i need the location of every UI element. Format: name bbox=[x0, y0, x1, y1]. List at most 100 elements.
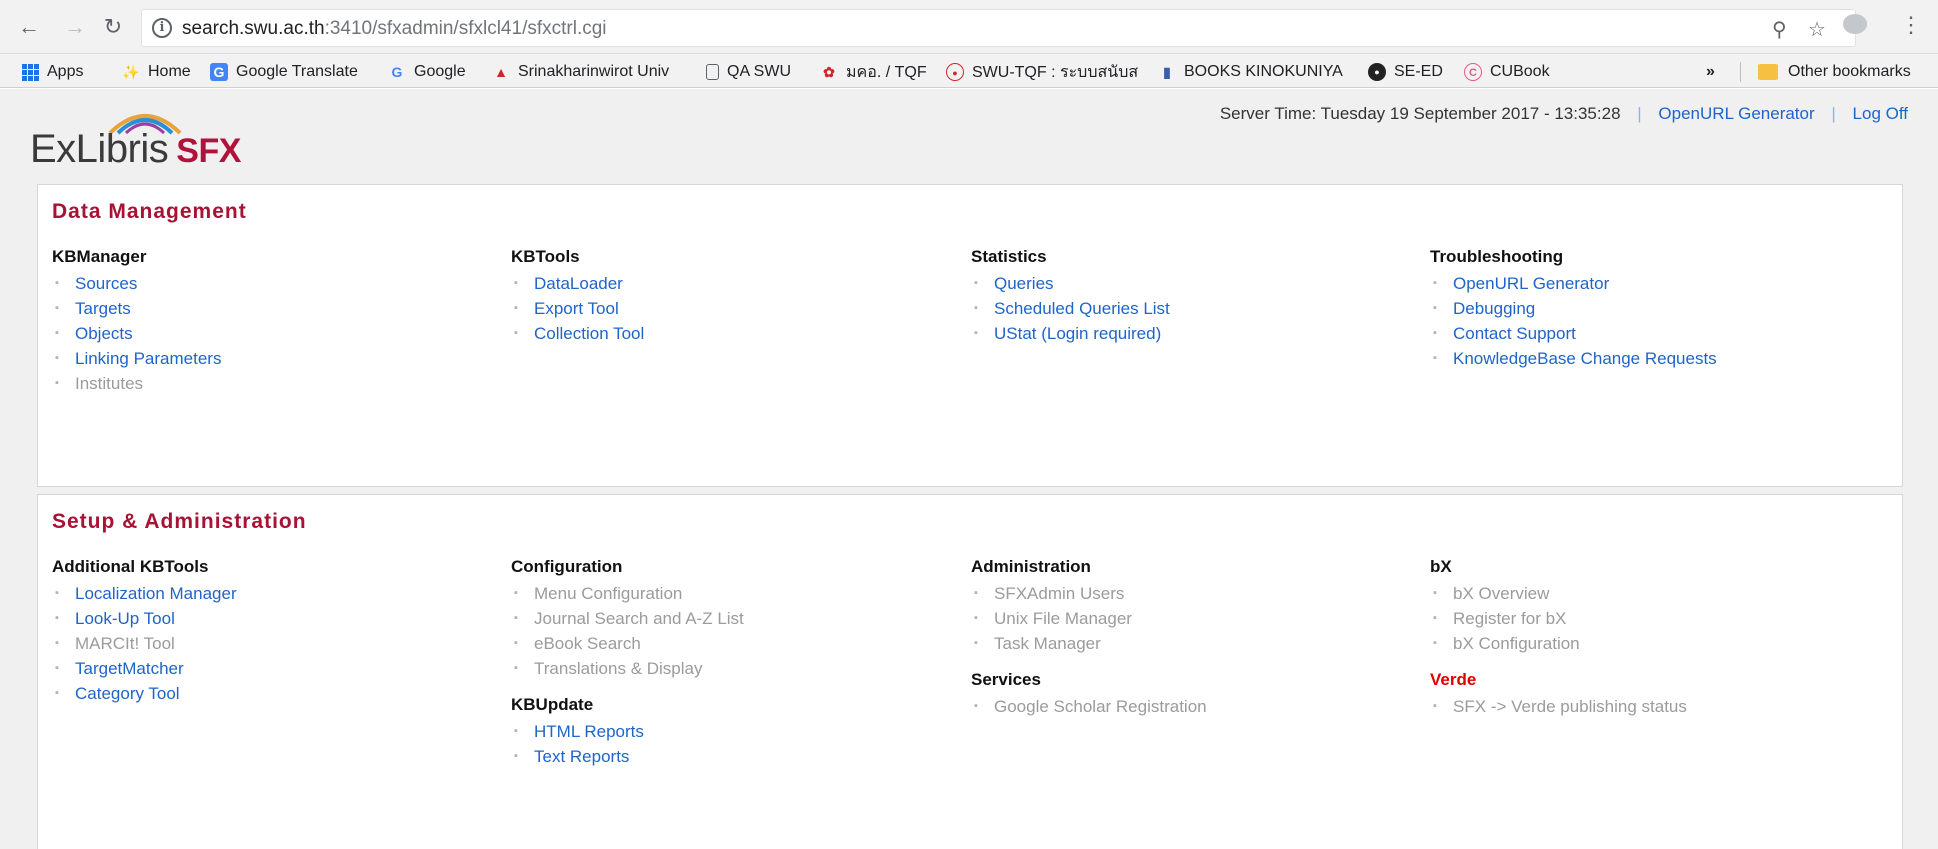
other-bookmarks[interactable]: Other bookmarks bbox=[1758, 61, 1911, 83]
bookmark-label: SWU-TQF : ระบบสนับส bbox=[972, 63, 1139, 81]
openurl-generator-link[interactable]: OpenURL Generator bbox=[1658, 104, 1814, 123]
setup-administration-panel: Setup & Administration Additional KBTool… bbox=[37, 494, 1903, 849]
verde-publishing-status-item: SFX -> Verde publishing status bbox=[1430, 694, 1870, 719]
configuration-column: Configuration Menu Configuration Journal… bbox=[511, 557, 951, 769]
category-tool-link[interactable]: Category Tool bbox=[52, 681, 492, 706]
group-title: Troubleshooting bbox=[1430, 247, 1564, 266]
openurl-generator-item-link[interactable]: OpenURL Generator bbox=[1430, 271, 1870, 296]
scheduled-queries-link[interactable]: Scheduled Queries List bbox=[971, 296, 1411, 321]
bookmarks-bar: Apps ✨ Home G Google Translate G Google … bbox=[0, 54, 1938, 88]
journal-search-item: Journal Search and A-Z List bbox=[511, 606, 951, 631]
bookmark-label: มคอ. / TQF bbox=[846, 63, 927, 81]
administration-column: Administration SFXAdmin Users Unix File … bbox=[971, 557, 1411, 719]
export-tool-link[interactable]: Export Tool bbox=[511, 296, 951, 321]
bookmarks-divider bbox=[1740, 62, 1741, 82]
section-title: Setup & Administration bbox=[52, 510, 307, 533]
institutes-item: Institutes bbox=[52, 371, 492, 396]
register-bx-item: Register for bX bbox=[1430, 606, 1870, 631]
troubleshooting-group: Troubleshooting OpenURL Generator Debugg… bbox=[1430, 247, 1870, 371]
bookmark-label: Home bbox=[148, 63, 191, 80]
debugging-link[interactable]: Debugging bbox=[1430, 296, 1870, 321]
url-text[interactable]: search.swu.ac.th:3410/sfxadmin/sfxlcl41/… bbox=[182, 18, 607, 40]
browser-toolbar: ← → ↻ i search.swu.ac.th:3410/sfxadmin/s… bbox=[0, 0, 1938, 54]
services-group: Services Google Scholar Registration bbox=[971, 670, 1411, 719]
sfx-admin-page: ExLibris SFX Server Time: Tuesday 19 Sept… bbox=[0, 89, 1938, 849]
menu-configuration-item: Menu Configuration bbox=[511, 581, 951, 606]
kbmanager-group: KBManager Sources Targets Objects Linkin… bbox=[52, 247, 492, 396]
bookmark-label: CUBook bbox=[1490, 63, 1550, 80]
html-reports-link[interactable]: HTML Reports bbox=[511, 719, 951, 744]
bx-overview-item: bX Overview bbox=[1430, 581, 1870, 606]
bookmark-qa-swu[interactable]: QA SWU bbox=[706, 61, 791, 83]
bookmark-apps[interactable]: Apps bbox=[22, 61, 83, 83]
bookmark-tqf[interactable]: ✿ มคอ. / TQF bbox=[820, 61, 927, 83]
collection-tool-link[interactable]: Collection Tool bbox=[511, 321, 951, 346]
contact-support-link[interactable]: Contact Support bbox=[1430, 321, 1870, 346]
ustat-link[interactable]: UStat (Login required) bbox=[971, 321, 1411, 346]
bookmark-google-translate[interactable]: G Google Translate bbox=[210, 61, 358, 83]
extension-icon[interactable] bbox=[1843, 14, 1867, 34]
translate-icon: G bbox=[210, 63, 228, 81]
bookmark-cubook[interactable]: C CUBook bbox=[1464, 61, 1550, 83]
forward-icon[interactable]: → bbox=[60, 12, 90, 42]
bookmark-label: SE-ED bbox=[1394, 63, 1443, 80]
reload-icon[interactable]: ↻ bbox=[98, 12, 128, 42]
sfxadmin-users-item: SFXAdmin Users bbox=[971, 581, 1411, 606]
linking-parameters-link[interactable]: Linking Parameters bbox=[52, 346, 492, 371]
folder-icon bbox=[1758, 64, 1778, 80]
header-separator: | bbox=[1637, 104, 1642, 123]
kinokuniya-icon: ▮ bbox=[1163, 64, 1171, 80]
configuration-group: Configuration Menu Configuration Journal… bbox=[511, 557, 951, 681]
bookmark-srinakharinwirot[interactable]: ▲ Srinakharinwirot Univ bbox=[492, 61, 669, 83]
verde-group: Verde SFX -> Verde publishing status bbox=[1430, 670, 1870, 719]
bookmarks-overflow-button[interactable]: » bbox=[1706, 61, 1715, 83]
kb-change-requests-link[interactable]: KnowledgeBase Change Requests bbox=[1430, 346, 1870, 371]
targets-link[interactable]: Targets bbox=[52, 296, 492, 321]
task-manager-item: Task Manager bbox=[971, 631, 1411, 656]
bookmark-swu-tqf[interactable]: ● SWU-TQF : ระบบสนับส bbox=[946, 61, 1138, 83]
url-host: search.swu.ac.th bbox=[182, 18, 325, 39]
sources-link[interactable]: Sources bbox=[52, 271, 492, 296]
university-icon: ▲ bbox=[494, 64, 508, 80]
translations-display-item: Translations & Display bbox=[511, 656, 951, 681]
queries-link[interactable]: Queries bbox=[971, 271, 1411, 296]
dataloader-link[interactable]: DataLoader bbox=[511, 271, 951, 296]
objects-link[interactable]: Objects bbox=[52, 321, 492, 346]
log-off-link[interactable]: Log Off bbox=[1853, 104, 1908, 123]
seed-icon: ● bbox=[1368, 63, 1386, 81]
site-info-icon[interactable]: i bbox=[152, 18, 172, 38]
home-icon: ✨ bbox=[122, 64, 140, 80]
kbtools-group: KBTools DataLoader Export Tool Collectio… bbox=[511, 247, 951, 346]
address-bar[interactable]: i search.swu.ac.th:3410/sfxadmin/sfxlcl4… bbox=[141, 9, 1856, 47]
text-reports-link[interactable]: Text Reports bbox=[511, 744, 951, 769]
bookmark-label: QA SWU bbox=[727, 63, 792, 80]
bookmark-home[interactable]: ✨ Home bbox=[122, 61, 191, 83]
group-title: Administration bbox=[971, 557, 1091, 576]
bookmark-kinokuniya[interactable]: ▮ BOOKS KINOKUNIYA bbox=[1158, 61, 1343, 83]
back-icon[interactable]: ← bbox=[14, 12, 44, 42]
group-title: KBUpdate bbox=[511, 695, 594, 714]
localization-manager-link[interactable]: Localization Manager bbox=[52, 581, 492, 606]
bookmark-label: BOOKS KINOKUNIYA bbox=[1184, 63, 1343, 80]
swu-tqf-icon: ● bbox=[946, 63, 964, 81]
logo-main: ExLibris bbox=[30, 127, 169, 171]
additional-kbtools-group: Additional KBTools Localization Manager … bbox=[52, 557, 492, 706]
group-title: Additional KBTools bbox=[52, 557, 209, 576]
apps-icon bbox=[22, 63, 39, 81]
targetmatcher-link[interactable]: TargetMatcher bbox=[52, 656, 492, 681]
header-separator: | bbox=[1831, 104, 1836, 123]
statistics-group: Statistics Queries Scheduled Queries Lis… bbox=[971, 247, 1411, 346]
bookmark-label: Google Translate bbox=[236, 63, 358, 80]
browser-menu-icon[interactable]: ⋮ bbox=[1900, 14, 1922, 36]
google-scholar-registration-item: Google Scholar Registration bbox=[971, 694, 1411, 719]
page-icon bbox=[706, 64, 719, 80]
key-icon[interactable]: ⚲ bbox=[1772, 17, 1787, 42]
look-up-tool-link[interactable]: Look-Up Tool bbox=[52, 606, 492, 631]
marcit-tool-item: MARCIt! Tool bbox=[52, 631, 492, 656]
group-title: bX bbox=[1430, 557, 1452, 576]
bookmark-star-icon[interactable]: ☆ bbox=[1808, 17, 1826, 42]
bookmark-google[interactable]: G Google bbox=[388, 61, 466, 83]
bookmark-se-ed[interactable]: ● SE-ED bbox=[1368, 61, 1443, 83]
bookmark-label: Google bbox=[414, 63, 466, 80]
group-title: Verde bbox=[1430, 670, 1477, 689]
